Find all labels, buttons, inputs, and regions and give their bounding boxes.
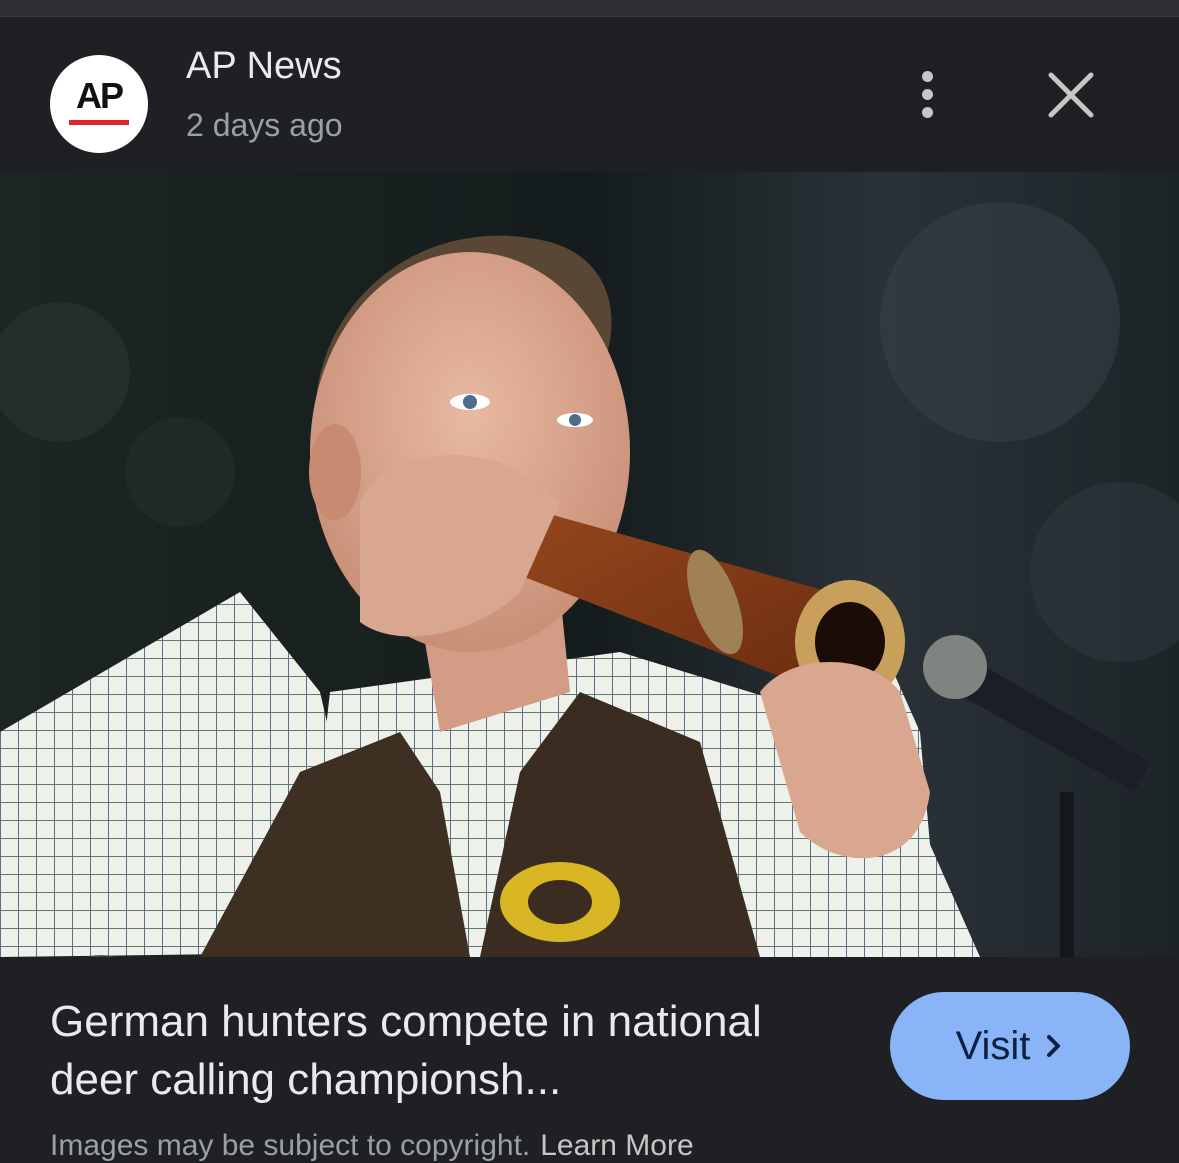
image-preview-panel: AP AP News 2 days ago German hunters com… bbox=[0, 17, 1179, 1162]
close-button[interactable] bbox=[1045, 69, 1097, 121]
photo-illustration bbox=[0, 172, 1179, 957]
more-dot bbox=[921, 106, 933, 118]
logo-underline bbox=[69, 119, 129, 125]
more-vertical-icon bbox=[921, 70, 933, 82]
article-headline[interactable]: German hunters compete in national deer … bbox=[50, 993, 850, 1109]
vest-badge bbox=[500, 862, 620, 942]
more-dot bbox=[921, 88, 933, 100]
visit-button[interactable]: Visit bbox=[890, 992, 1130, 1100]
top-strip bbox=[0, 0, 1179, 17]
more-options-button[interactable] bbox=[905, 69, 949, 119]
source-header: AP AP News 2 days ago bbox=[0, 17, 1179, 172]
chevron-right-icon bbox=[1047, 1035, 1061, 1057]
disclaimer-text: Images may be subject to copyright. bbox=[50, 1129, 531, 1162]
result-footer: German hunters compete in national deer … bbox=[0, 957, 1179, 1162]
publish-time: 2 days ago bbox=[186, 107, 343, 143]
logo-text: AP bbox=[75, 74, 124, 116]
news-photo[interactable] bbox=[0, 172, 1179, 957]
learn-more-link[interactable]: Learn More bbox=[540, 1129, 693, 1162]
copyright-disclaimer: Images may be subject to copyright. Learn… bbox=[50, 1129, 694, 1163]
close-icon bbox=[1048, 72, 1094, 118]
ap-logo[interactable]: AP bbox=[50, 55, 148, 153]
visit-label: Visit bbox=[955, 1023, 1031, 1068]
source-name[interactable]: AP News bbox=[186, 43, 342, 89]
